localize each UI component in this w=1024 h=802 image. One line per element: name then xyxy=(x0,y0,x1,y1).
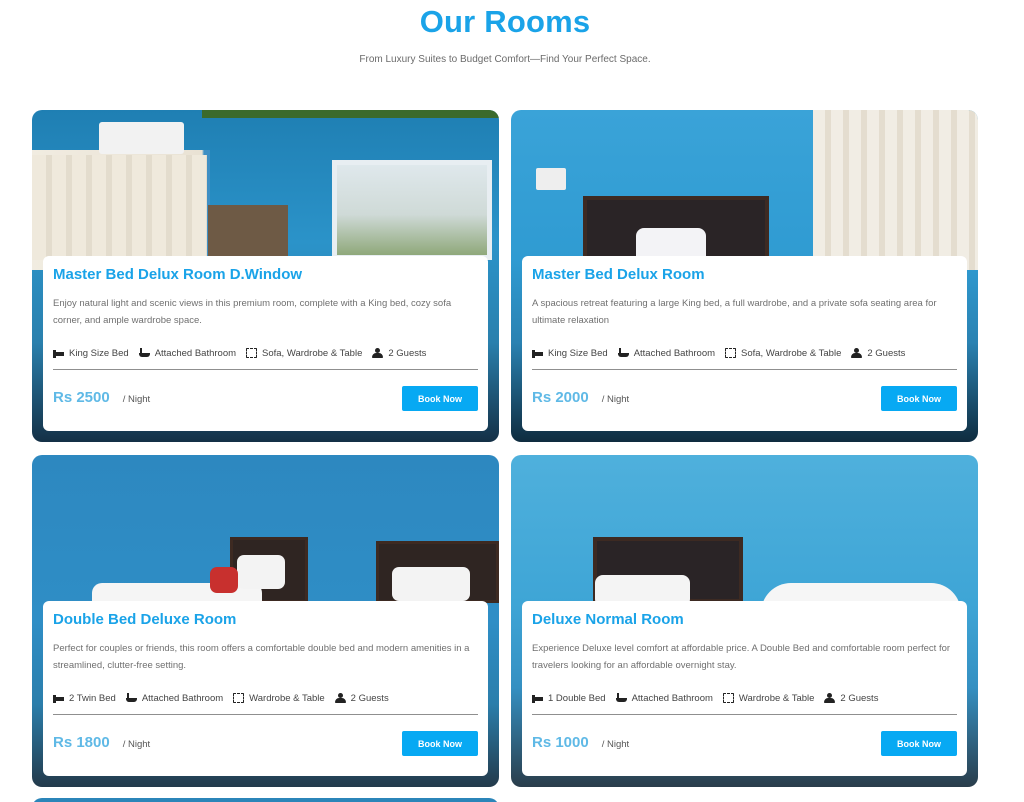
amenity-guests: 2 Guests xyxy=(334,692,389,704)
divider xyxy=(53,714,478,715)
room-info-panel: Double Bed Deluxe Room Perfect for coupl… xyxy=(43,601,488,776)
bath-icon xyxy=(617,348,629,358)
rooms-page: Our Rooms From Luxury Suites to Budget C… xyxy=(0,0,1024,802)
amenity-label: 2 Guests xyxy=(840,692,879,704)
amenity-bathroom: Attached Bathroom xyxy=(617,347,716,359)
users-icon xyxy=(334,693,346,703)
room-title[interactable]: Master Bed Delux Room D.Window xyxy=(53,266,478,284)
users-icon xyxy=(824,693,836,703)
divider xyxy=(532,369,957,370)
amenity-guests: 2 Guests xyxy=(851,348,905,359)
users-icon xyxy=(851,348,863,358)
expand-icon xyxy=(233,693,245,703)
amenity-furniture: Sofa, Wardrobe & Table xyxy=(725,348,841,359)
room-card[interactable]: Master Bed Delux Room A spacious retreat… xyxy=(511,110,978,442)
room-description: Experience Deluxe level comfort at affor… xyxy=(532,643,951,671)
room-info-panel: Master Bed Delux Room D.Window Enjoy nat… xyxy=(43,256,488,431)
price-row: Rs 2500 / Night Book Now xyxy=(53,384,478,411)
bed-icon xyxy=(53,348,64,358)
amenity-bed: King Size Bed xyxy=(53,348,129,359)
amenity-label: Attached Bathroom xyxy=(633,347,716,359)
amenity-guests: 2 Guests xyxy=(824,693,878,704)
amenity-guests: 2 Guests xyxy=(372,348,426,359)
amenity-label: Sofa, Wardrobe & Table xyxy=(741,347,842,359)
price: Rs 2500 / Night xyxy=(53,389,150,406)
room-description: A spacious retreat featuring a large Kin… xyxy=(532,298,937,326)
amenities-list: 2 Twin Bed Attached Bathroom Wardrobe & … xyxy=(53,691,478,705)
amenity-bathroom: Attached Bathroom xyxy=(125,692,224,704)
price: Rs 1000 / Night xyxy=(532,734,629,751)
price: Rs 2000 / Night xyxy=(532,389,629,406)
price-row: Rs 2000 / Night Book Now xyxy=(532,384,957,411)
price-unit: / Night xyxy=(601,394,630,405)
amenity-label: 2 Guests xyxy=(867,347,906,359)
amenity-furniture: Wardrobe & Table xyxy=(722,692,815,704)
amenity-bathroom: Attached Bathroom xyxy=(138,347,237,359)
room-card-partial xyxy=(32,798,499,802)
book-now-button[interactable]: Book Now xyxy=(402,386,478,411)
amenity-label: 2 Guests xyxy=(388,347,427,359)
price-row: Rs 1000 / Night Book Now xyxy=(532,729,957,756)
price-unit: / Night xyxy=(122,394,151,405)
room-info-panel: Deluxe Normal Room Experience Deluxe lev… xyxy=(522,601,967,776)
section-subtitle: From Luxury Suites to Budget Comfort—Fin… xyxy=(359,54,651,65)
amenity-bed: 2 Twin Bed xyxy=(53,693,116,704)
amenity-bathroom: Attached Bathroom xyxy=(615,692,713,704)
amenity-label: 1 Double Bed xyxy=(548,692,606,704)
room-info-panel: Master Bed Delux Room A spacious retreat… xyxy=(522,256,967,431)
bath-icon xyxy=(615,693,627,703)
amenity-label: Sofa, Wardrobe & Table xyxy=(262,347,363,359)
bath-icon xyxy=(138,348,150,358)
amenity-bed: King Size Bed xyxy=(532,348,608,359)
amenity-label: Attached Bathroom xyxy=(154,347,237,359)
users-icon xyxy=(372,348,384,358)
price-amount: Rs 1000 xyxy=(532,734,589,751)
room-card[interactable]: Deluxe Normal Room Experience Deluxe lev… xyxy=(511,455,978,787)
room-title[interactable]: Master Bed Delux Room xyxy=(532,266,957,284)
amenity-bed: 1 Double Bed xyxy=(532,693,606,704)
room-title[interactable]: Double Bed Deluxe Room xyxy=(53,611,478,629)
amenities-list: 1 Double Bed Attached Bathroom Wardrobe … xyxy=(532,691,957,705)
amenity-label: Attached Bathroom xyxy=(141,692,224,704)
room-card[interactable]: Master Bed Delux Room D.Window Enjoy nat… xyxy=(32,110,499,442)
price-unit: / Night xyxy=(122,739,151,750)
price: Rs 1800 / Night xyxy=(53,734,150,751)
book-now-button[interactable]: Book Now xyxy=(881,386,957,411)
amenities-list: King Size Bed Attached Bathroom Sofa, Wa… xyxy=(53,346,478,360)
price-amount: Rs 2000 xyxy=(532,389,589,406)
room-card[interactable]: Double Bed Deluxe Room Perfect for coupl… xyxy=(32,455,499,787)
room-description: Enjoy natural light and scenic views in … xyxy=(53,298,452,326)
room-description: Perfect for couples or friends, this roo… xyxy=(53,643,470,671)
amenity-label: Wardrobe & Table xyxy=(738,692,815,704)
amenity-label: Attached Bathroom xyxy=(631,692,713,704)
amenity-furniture: Sofa, Wardrobe & Table xyxy=(246,348,362,359)
bed-icon xyxy=(532,348,543,358)
expand-icon xyxy=(246,348,258,358)
amenity-label: 2 Twin Bed xyxy=(69,692,116,704)
price-amount: Rs 1800 xyxy=(53,734,110,751)
amenity-label: 2 Guests xyxy=(350,692,389,704)
divider xyxy=(532,714,957,715)
price-amount: Rs 2500 xyxy=(53,389,110,406)
bed-icon xyxy=(53,693,64,703)
bath-icon xyxy=(125,693,137,703)
price-unit: / Night xyxy=(601,739,630,750)
book-now-button[interactable]: Book Now xyxy=(881,731,957,756)
section-title: Our Rooms xyxy=(419,4,591,39)
book-now-button[interactable]: Book Now xyxy=(402,731,478,756)
amenity-label: King Size Bed xyxy=(69,347,129,359)
bed-icon xyxy=(532,693,543,703)
amenities-list: King Size Bed Attached Bathroom Sofa, Wa… xyxy=(532,346,957,360)
amenity-label: Wardrobe & Table xyxy=(249,692,325,704)
expand-icon xyxy=(722,693,734,703)
divider xyxy=(53,369,478,370)
room-title[interactable]: Deluxe Normal Room xyxy=(532,611,957,629)
price-row: Rs 1800 / Night Book Now xyxy=(53,729,478,756)
expand-icon xyxy=(725,348,737,358)
amenity-label: King Size Bed xyxy=(548,347,608,359)
amenity-furniture: Wardrobe & Table xyxy=(233,693,325,704)
